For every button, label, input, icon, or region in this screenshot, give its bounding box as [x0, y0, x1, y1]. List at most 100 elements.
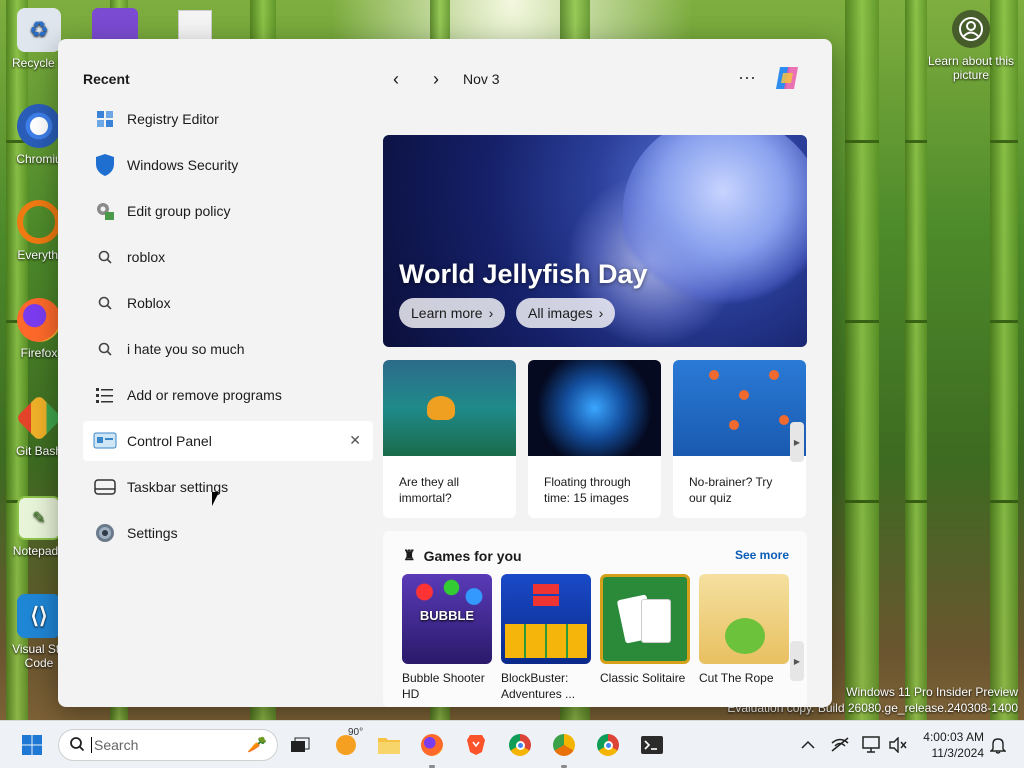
system-clock[interactable]: 4:00:03 AM 11/3/2024 — [912, 729, 984, 761]
gear-icon — [93, 521, 117, 545]
games-heading: ♜ Games for you — [403, 547, 522, 564]
display-icon[interactable] — [858, 731, 886, 759]
recycle-bin-icon: ♻ — [17, 8, 61, 52]
game-thumbnail — [501, 574, 591, 664]
network-disconnected-icon[interactable] — [826, 731, 854, 759]
games-section: ♜ Games for you See more BUBBLE Bubble S… — [383, 531, 807, 707]
recent-item-label: i hate you so much — [127, 341, 245, 357]
recent-item-registry-editor[interactable]: Registry Editor — [83, 99, 373, 139]
all-images-button[interactable]: All images › — [516, 298, 616, 328]
recent-item-label: Edit group policy — [127, 203, 231, 219]
see-more-link[interactable]: See more — [735, 548, 789, 562]
sun-cloud-icon — [336, 735, 356, 755]
mouse-cursor — [212, 492, 224, 506]
recent-item-label: Add or remove programs — [127, 387, 282, 403]
game-tile[interactable]: BlockBuster: Adventures ... — [501, 574, 591, 702]
chevron-up-icon[interactable] — [794, 731, 822, 759]
game-thumbnail — [600, 574, 690, 664]
chevron-right-icon: › — [598, 305, 604, 321]
game-tile[interactable]: BUBBLE Bubble Shooter HD — [402, 574, 492, 702]
start-button[interactable] — [18, 731, 46, 759]
story-cards: Are they all immortal? Floating through … — [383, 360, 806, 518]
game-tile[interactable]: Classic Solitaire — [600, 574, 690, 686]
chromium-icon — [17, 104, 61, 148]
search-icon — [93, 245, 117, 269]
search-icon — [93, 291, 117, 315]
registry-editor-icon — [93, 107, 117, 131]
recent-item-label: Control Panel — [127, 433, 212, 449]
taskbar: Search 🥕 90° 4:00:03 AM 11/3/2024 — [0, 720, 1024, 768]
control-panel-icon — [93, 429, 117, 453]
recent-item-label: Roblox — [127, 295, 171, 311]
chevron-right-icon: › — [488, 305, 494, 321]
firefox-icon[interactable] — [418, 731, 446, 759]
camera-icon — [952, 10, 990, 48]
current-date: Nov 3 — [463, 71, 500, 87]
chrome-icon[interactable] — [506, 731, 534, 759]
game-tile[interactable]: Cut The Rope — [699, 574, 789, 686]
story-card[interactable]: Are they all immortal? — [383, 360, 516, 518]
hero-card[interactable]: World Jellyfish Day Learn more › All ima… — [383, 135, 807, 347]
search-highlight-icon: 🥕 — [247, 737, 267, 754]
recent-item-control-panel[interactable]: Control Panel ✕ — [83, 421, 373, 461]
recent-item-edit-group-policy[interactable]: Edit group policy — [83, 191, 373, 231]
file-explorer-icon[interactable] — [375, 731, 403, 759]
date-navigation: ‹ › Nov 3 — [383, 67, 500, 91]
text-caret — [91, 737, 92, 753]
recent-item-settings[interactable]: Settings — [83, 513, 373, 553]
recent-heading: Recent — [83, 71, 130, 87]
search-icon — [69, 736, 85, 755]
game-thumbnail: BUBBLE — [402, 574, 492, 664]
chrome-canary-icon[interactable] — [550, 731, 578, 759]
group-policy-icon — [93, 199, 117, 223]
list-icon — [93, 383, 117, 407]
game-thumbnail — [699, 574, 789, 664]
chromium-taskbar-icon[interactable] — [594, 731, 622, 759]
games-scroll-right-button[interactable]: ▶ — [790, 641, 804, 681]
more-options-button[interactable]: ··· — [738, 67, 756, 88]
firefox-icon — [17, 298, 61, 342]
chess-piece-icon: ♜ — [403, 547, 416, 563]
search-home-panel: Recent Registry Editor Windows Security … — [58, 39, 832, 707]
brave-icon[interactable] — [462, 731, 490, 759]
notification-bell-icon[interactable] — [984, 731, 1012, 759]
taskbar-icon — [93, 475, 117, 499]
jellyfish-image — [623, 135, 807, 305]
recent-list: Registry Editor Windows Security Edit gr… — [83, 99, 373, 559]
remove-recent-button[interactable]: ✕ — [349, 432, 361, 449]
recent-item-search-roblox-2[interactable]: Roblox — [83, 283, 373, 323]
previous-day-button[interactable]: ‹ — [383, 67, 409, 91]
story-card[interactable]: Floating through time: 15 images — [528, 360, 661, 518]
copilot-icon[interactable] — [772, 63, 802, 93]
recent-item-label: Windows Security — [127, 157, 239, 173]
search-icon — [93, 337, 117, 361]
recent-item-label: Registry Editor — [127, 111, 219, 127]
learn-more-button[interactable]: Learn more › — [399, 298, 506, 328]
recent-item-label: roblox — [127, 249, 166, 265]
git-bash-icon — [15, 394, 63, 442]
recent-item-windows-security[interactable]: Windows Security — [83, 145, 373, 185]
volume-muted-icon[interactable] — [884, 731, 912, 759]
shield-icon — [93, 153, 117, 177]
recent-item-add-remove-programs[interactable]: Add or remove programs — [83, 375, 373, 415]
card-image — [383, 360, 516, 456]
next-day-button[interactable]: › — [423, 67, 449, 91]
card-image — [528, 360, 661, 456]
learn-about-picture[interactable]: Learn about this picture — [926, 10, 1016, 82]
notepad-plus-icon: ✎ — [17, 496, 61, 540]
card-image — [673, 360, 806, 456]
taskbar-search-input[interactable]: Search 🥕 — [58, 729, 278, 761]
weather-widget[interactable]: 90° — [332, 727, 363, 759]
visual-studio-icon[interactable] — [92, 8, 138, 40]
recent-item-taskbar-settings[interactable]: Taskbar settings — [83, 467, 373, 507]
task-view-button[interactable] — [286, 731, 314, 759]
recent-item-search-phrase[interactable]: i hate you so much — [83, 329, 373, 369]
hero-title: World Jellyfish Day — [399, 259, 648, 289]
file-icon[interactable] — [178, 10, 212, 40]
everything-search-icon — [17, 200, 61, 244]
scroll-right-button[interactable]: ▶ — [790, 422, 804, 462]
recent-item-label: Settings — [127, 525, 178, 541]
story-card[interactable]: No-brainer? Try our quiz ▶ — [673, 360, 806, 518]
recent-item-search-roblox[interactable]: roblox — [83, 237, 373, 277]
terminal-icon[interactable] — [638, 731, 666, 759]
